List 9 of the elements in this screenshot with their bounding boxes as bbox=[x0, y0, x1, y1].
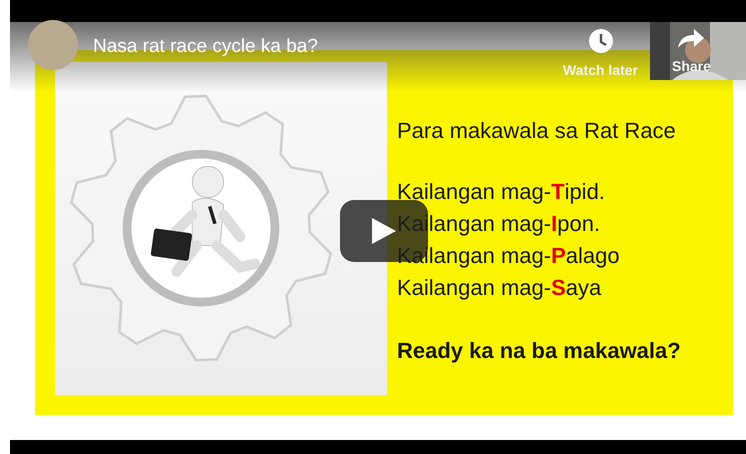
clock-icon bbox=[588, 28, 614, 54]
watch-later-button[interactable]: Watch later bbox=[563, 28, 638, 78]
share-icon bbox=[676, 26, 706, 50]
slide-heading: Para makawala sa Rat Race bbox=[397, 118, 677, 144]
play-icon bbox=[372, 218, 396, 244]
slide-closing: Ready ka na ba makawala? bbox=[397, 338, 682, 364]
slide-line: Kailangan mag-Saya bbox=[397, 274, 602, 302]
channel-avatar[interactable] bbox=[28, 20, 78, 70]
slide-line: Kailangan mag-Tipid. bbox=[397, 178, 606, 206]
